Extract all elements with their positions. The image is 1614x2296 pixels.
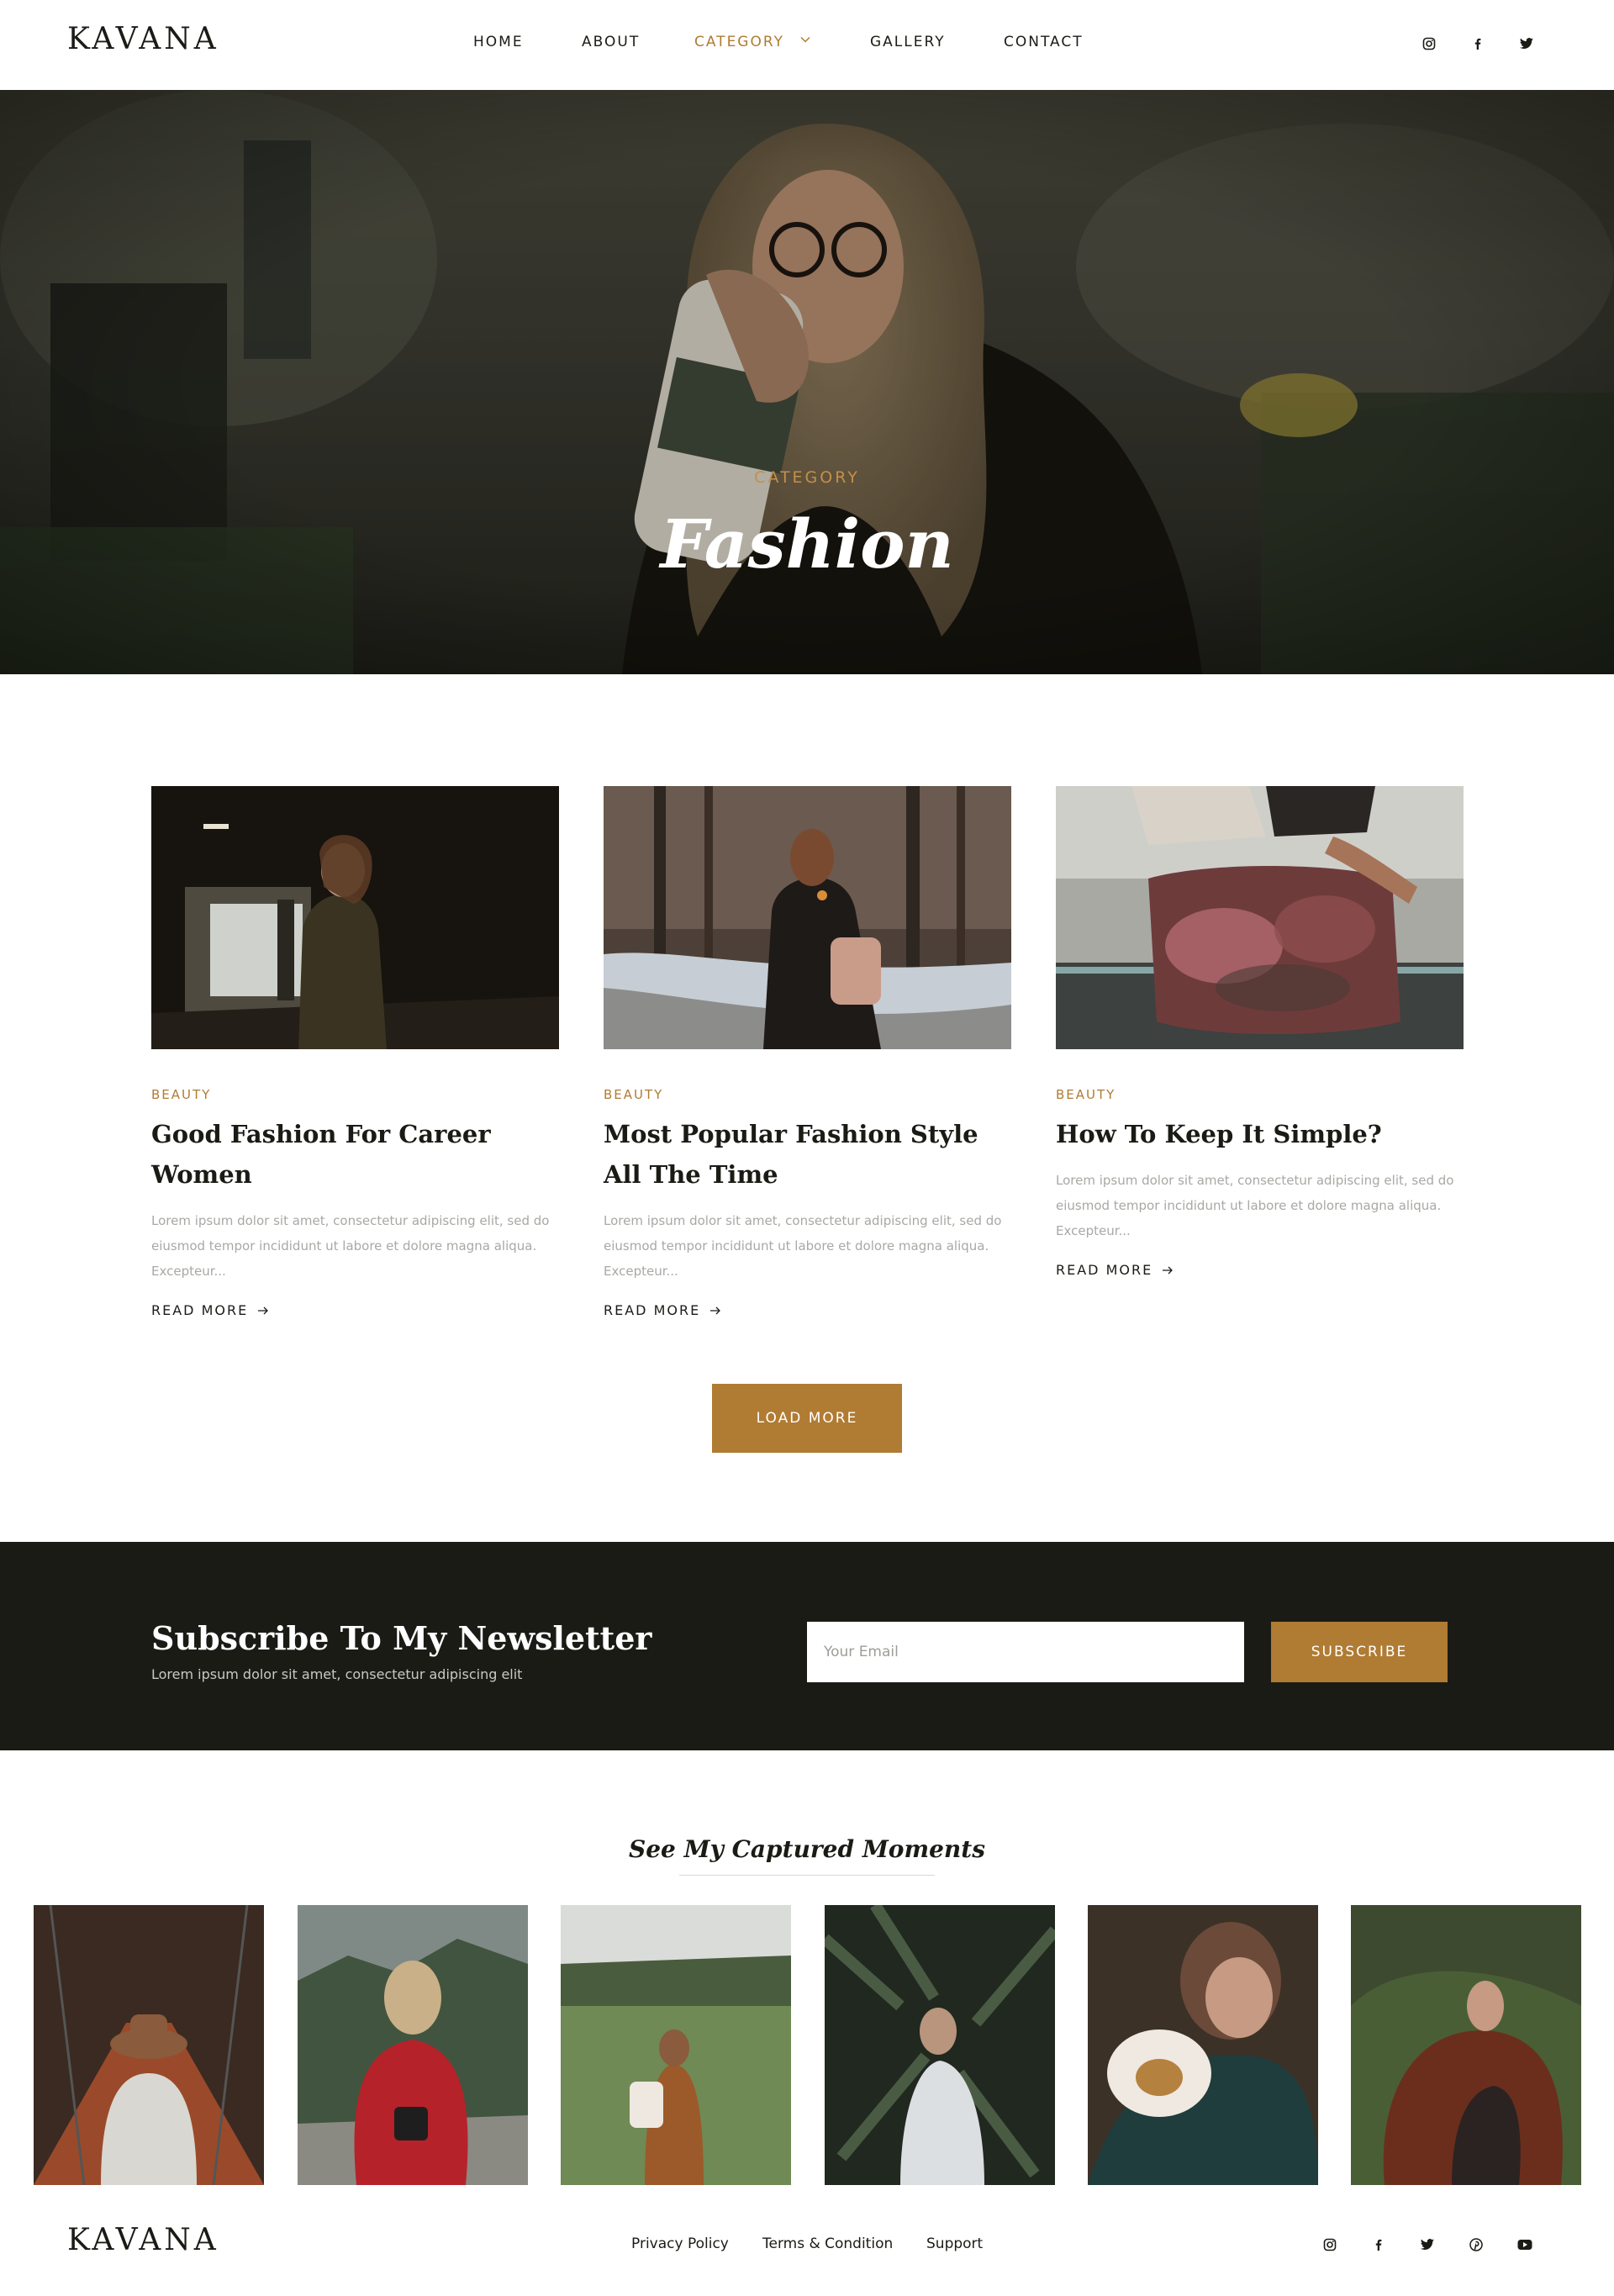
- gallery-image[interactable]: [298, 1905, 528, 2185]
- post-card: BEAUTY How To Keep It Simple? Lorem ipsu…: [1056, 786, 1464, 1278]
- hero-background-image: [0, 90, 1614, 674]
- gallery-image[interactable]: [34, 1905, 264, 2185]
- read-more-link[interactable]: READ MORE: [1056, 1262, 1174, 1278]
- youtube-icon[interactable]: [1516, 2236, 1533, 2253]
- email-field[interactable]: [807, 1622, 1244, 1682]
- read-more-link[interactable]: READ MORE: [151, 1302, 269, 1318]
- gallery-image[interactable]: [1088, 1905, 1318, 2185]
- newsletter-section: Subscribe To My Newsletter Lorem ipsum d…: [0, 1542, 1614, 1750]
- terms-link[interactable]: Terms & Condition: [762, 2235, 893, 2252]
- post-image[interactable]: [1056, 786, 1464, 1049]
- read-more-label: READ MORE: [1056, 1262, 1153, 1278]
- footer-logo[interactable]: KAVANA: [67, 2223, 219, 2257]
- post-excerpt: Lorem ipsum dolor sit amet, consectetur …: [151, 1213, 550, 1279]
- site-logo[interactable]: KAVANA: [67, 22, 219, 56]
- footer-social: [1321, 2236, 1533, 2253]
- header-social: [1421, 35, 1535, 52]
- page-title: Fashion: [660, 504, 954, 583]
- nav-category[interactable]: CATEGORY: [694, 34, 810, 50]
- read-more-link[interactable]: READ MORE: [604, 1302, 721, 1318]
- post-category[interactable]: BEAUTY: [1056, 1087, 1464, 1102]
- arrow-right-icon: [258, 1306, 269, 1314]
- nav-about[interactable]: ABOUT: [582, 34, 640, 50]
- nav-category-label: CATEGORY: [694, 34, 784, 50]
- facebook-icon[interactable]: [1469, 35, 1486, 52]
- newsletter-subtitle: Lorem ipsum dolor sit amet, consectetur …: [151, 1666, 523, 1682]
- post-title[interactable]: Good Fashion For Career Women: [151, 1114, 559, 1195]
- support-link[interactable]: Support: [926, 2235, 983, 2252]
- post-title[interactable]: How To Keep It Simple?: [1056, 1114, 1464, 1154]
- twitter-icon[interactable]: [1518, 35, 1535, 52]
- instagram-icon[interactable]: [1421, 35, 1437, 52]
- gallery-image[interactable]: [825, 1905, 1055, 2185]
- gallery-image[interactable]: [1351, 1905, 1581, 2185]
- category-hero: CATEGORY Fashion: [0, 90, 1614, 674]
- privacy-policy-link[interactable]: Privacy Policy: [631, 2235, 729, 2252]
- load-more-button[interactable]: LOAD MORE: [712, 1384, 902, 1453]
- post-card: BEAUTY Most Popular Fashion Style All Th…: [604, 786, 1011, 1318]
- twitter-icon[interactable]: [1419, 2236, 1436, 2253]
- post-image[interactable]: [604, 786, 1011, 1049]
- gallery-image[interactable]: [561, 1905, 791, 2185]
- post-image[interactable]: [151, 786, 559, 1049]
- post-category[interactable]: BEAUTY: [151, 1087, 559, 1102]
- site-header: KAVANA HOME ABOUT CATEGORY GALLERY CONTA…: [0, 0, 1614, 90]
- post-card: BEAUTY Good Fashion For Career Women Lor…: [151, 786, 559, 1318]
- arrow-right-icon: [1163, 1266, 1174, 1274]
- instagram-icon[interactable]: [1321, 2236, 1338, 2253]
- post-excerpt: Lorem ipsum dolor sit amet, consectetur …: [604, 1213, 1002, 1279]
- post-category[interactable]: BEAUTY: [604, 1087, 1011, 1102]
- post-title[interactable]: Most Popular Fashion Style All The Time: [604, 1114, 1011, 1195]
- post-excerpt: Lorem ipsum dolor sit amet, consectetur …: [1056, 1173, 1454, 1238]
- pinterest-icon[interactable]: [1468, 2236, 1485, 2253]
- chevron-down-icon: [800, 36, 810, 43]
- newsletter-title: Subscribe To My Newsletter: [151, 1619, 652, 1657]
- moments-title: See My Captured Moments: [629, 1835, 985, 1863]
- nav-gallery[interactable]: GALLERY: [870, 34, 946, 50]
- read-more-label: READ MORE: [604, 1302, 701, 1318]
- subscribe-button[interactable]: SUBSCRIBE: [1271, 1622, 1448, 1682]
- read-more-label: READ MORE: [151, 1302, 249, 1318]
- facebook-icon[interactable]: [1370, 2236, 1387, 2253]
- hero-eyebrow: CATEGORY: [754, 468, 860, 487]
- nav-contact[interactable]: CONTACT: [1004, 34, 1084, 50]
- nav-home[interactable]: HOME: [473, 34, 524, 50]
- moments-divider: [679, 1875, 935, 1876]
- arrow-right-icon: [710, 1306, 721, 1314]
